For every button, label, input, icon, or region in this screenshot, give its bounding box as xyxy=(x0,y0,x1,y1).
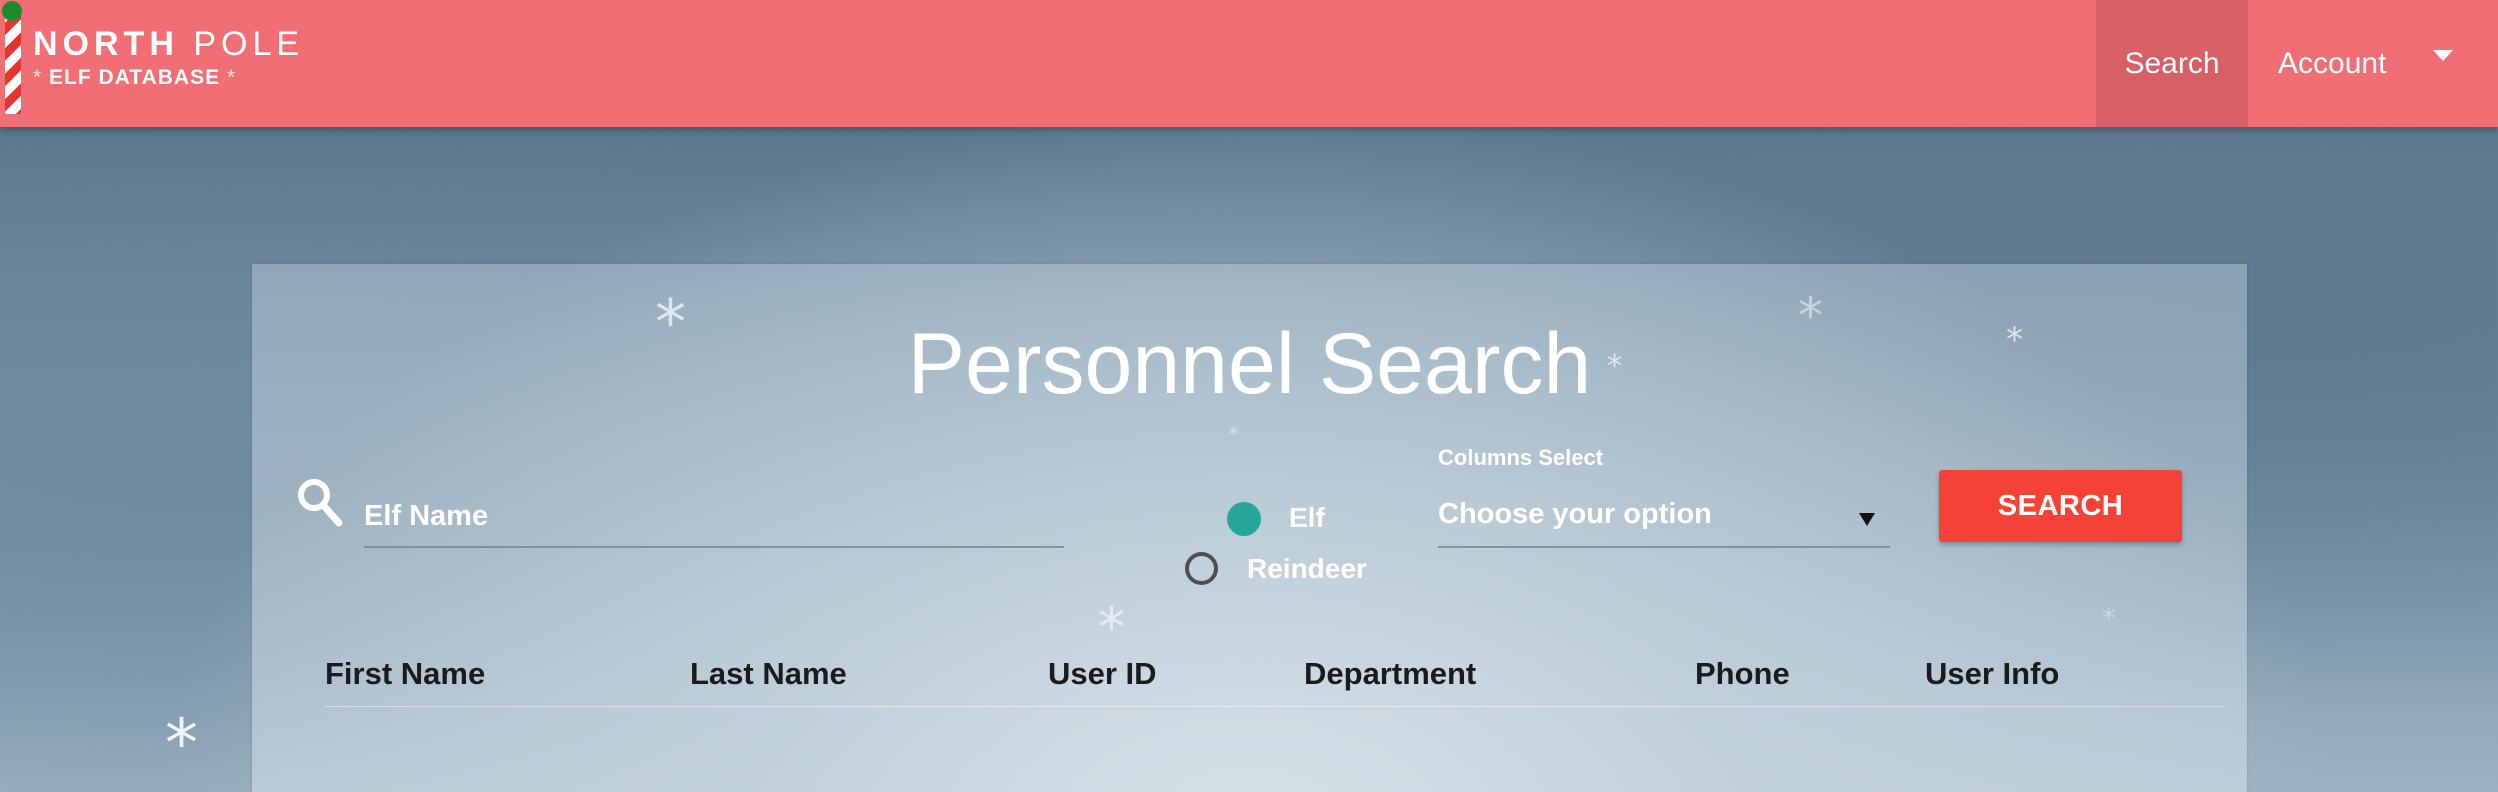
pole-top-ball-icon xyxy=(2,1,22,21)
columns-select[interactable]: Choose your option xyxy=(1438,486,1890,548)
logo-title: NORTH POLE xyxy=(33,24,304,64)
column-header-user-info[interactable]: User Info xyxy=(1925,656,2059,692)
logo-star-left: * xyxy=(33,66,43,89)
results-table-header: First Name Last Name User ID Department … xyxy=(325,656,2225,707)
column-header-phone[interactable]: Phone xyxy=(1695,656,1790,692)
search-button[interactable]: SEARCH xyxy=(1939,470,2182,542)
column-header-last-name[interactable]: Last Name xyxy=(690,656,847,692)
column-header-department[interactable]: Department xyxy=(1304,656,1476,692)
logo-subtitle: * ELF DATABASE * xyxy=(33,66,236,90)
nav-search-link[interactable]: Search xyxy=(2096,0,2248,127)
logo-pole: POLE xyxy=(193,25,305,63)
logo-north: NORTH xyxy=(33,25,179,63)
search-icon xyxy=(298,479,343,527)
page-title: Personnel Search xyxy=(907,316,1592,412)
logo-elf-database: ELF DATABASE xyxy=(49,66,221,89)
columns-select-label: Columns Select xyxy=(1438,445,1604,470)
snowflake-icon: * xyxy=(165,705,198,782)
select-arrow-icon xyxy=(1859,513,1875,526)
radio-reindeer-label[interactable]: Reindeer xyxy=(1247,552,1367,586)
logo-star-right: * xyxy=(226,66,237,89)
nav-account-dropdown[interactable]: Account xyxy=(2260,0,2480,127)
column-header-user-id[interactable]: User ID xyxy=(1048,656,1157,692)
elf-name-input[interactable] xyxy=(364,486,1064,548)
radio-elf-label[interactable]: Elf xyxy=(1289,501,1325,535)
north-pole-logo[interactable]: NORTH POLE * ELF DATABASE * xyxy=(0,0,299,127)
top-navbar: NORTH POLE * ELF DATABASE * Search Accou… xyxy=(0,0,2498,127)
radio-reindeer[interactable] xyxy=(1185,552,1218,585)
caret-down-icon[interactable] xyxy=(2433,50,2453,61)
personnel-search-card: Personnel Search Elf Reindeer Columns Se… xyxy=(252,264,2247,792)
columns-select-value: Choose your option xyxy=(1438,498,1712,530)
candy-cane-pole-icon xyxy=(5,10,21,114)
column-header-first-name[interactable]: First Name xyxy=(325,656,485,692)
radio-elf[interactable] xyxy=(1227,502,1261,536)
